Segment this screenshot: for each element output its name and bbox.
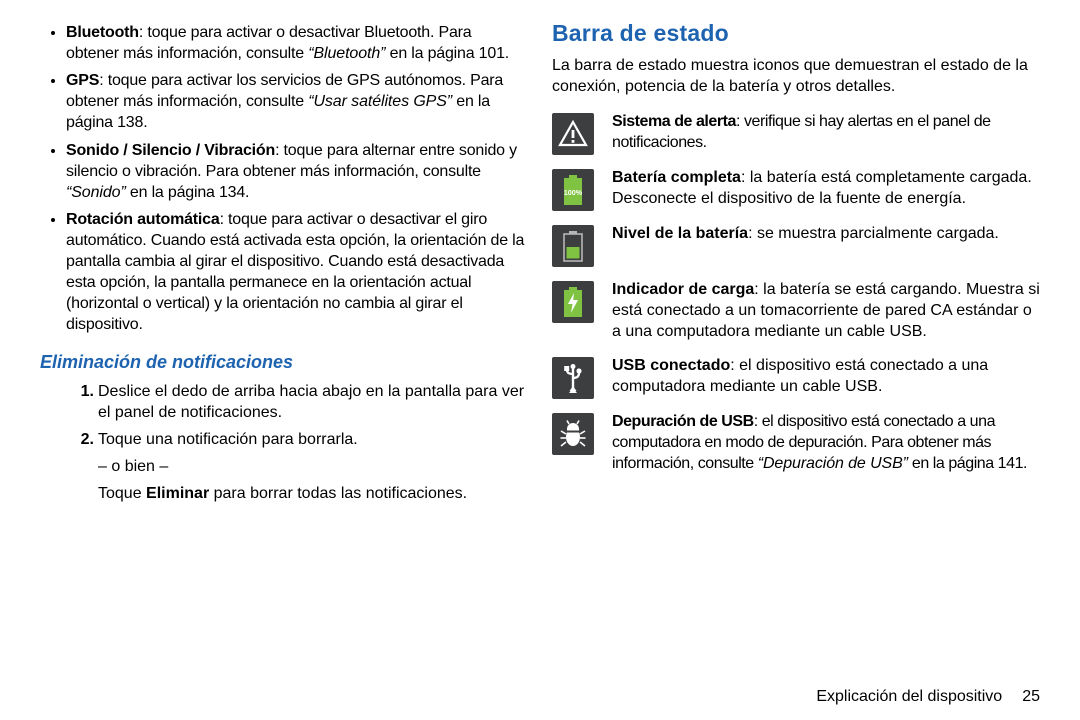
row-text-post: en la página 141. xyxy=(908,455,1027,472)
table-row: 100% Batería completa: la batería está c… xyxy=(552,163,1040,219)
table-row: Nivel de la batería: se muestra parcialm… xyxy=(552,219,1040,275)
intro-paragraph: La barra de estado muestra iconos que de… xyxy=(552,55,1040,97)
icon-table: Sistema de alerta: verifique si hay aler… xyxy=(552,107,1040,482)
icon-cell xyxy=(552,219,606,275)
bullet-tail: en la página 101. xyxy=(385,45,509,62)
bullet-link: “Usar satélites GPS” xyxy=(308,93,452,110)
bullet-tail: en la página 134. xyxy=(126,184,250,201)
section-head: Barra de estado xyxy=(552,20,1040,47)
battery-full-icon: 100% xyxy=(552,169,594,211)
icon-cell xyxy=(552,351,606,407)
desc-cell: Indicador de carga: la batería se está c… xyxy=(606,275,1040,350)
row-lead: Batería completa xyxy=(612,169,741,186)
row-lead: Depuración de USB xyxy=(612,413,754,430)
step-text: Toque una notificación para borrarla. xyxy=(98,431,358,448)
step-or-follow: Toque Eliminar para borrar todas las not… xyxy=(98,483,528,504)
row-text: : se muestra parcialmente cargada. xyxy=(748,225,999,242)
bullet-text: : toque para activar o desactivar el gir… xyxy=(66,211,524,334)
page-footer: Explicación del dispositivo 25 xyxy=(816,688,1040,706)
step-number: 2. xyxy=(68,429,94,450)
table-row: USB conectado: el dispositivo está conec… xyxy=(552,351,1040,407)
battery-charging-icon xyxy=(552,281,594,323)
or-follow-bold: Eliminar xyxy=(146,485,209,502)
usb-debug-icon xyxy=(552,413,594,455)
battery-level-icon xyxy=(552,225,594,267)
bullet-lead: Bluetooth xyxy=(66,24,139,41)
bullet-item: Bluetooth: toque para activar o desactiv… xyxy=(66,22,528,64)
step-or: – o bien – xyxy=(98,456,528,477)
footer-label: Explicación del dispositivo xyxy=(816,688,1002,705)
left-column: Bluetooth : toque para activar o desactiv… xyxy=(40,22,528,720)
bullet-lead: Rotación automática xyxy=(66,211,220,228)
bullet-item: Rotación automática: toque para activar … xyxy=(66,209,528,336)
icon-cell xyxy=(552,407,606,482)
bullet-link: “Bluetooth” xyxy=(308,45,385,62)
desc-cell: USB conectado: el dispositivo está conec… xyxy=(606,351,1040,407)
numbered-list: 1. Deslice el dedo de arriba hacia abajo… xyxy=(40,381,528,505)
step-number: 1. xyxy=(68,381,94,402)
icon-cell xyxy=(552,107,606,163)
footer-page: 25 xyxy=(1022,688,1040,705)
row-lead: Nivel de la batería xyxy=(612,225,748,242)
row-lead: Indicador de carga xyxy=(612,281,754,298)
alert-icon xyxy=(552,113,594,155)
bullet-link: “Sonido” xyxy=(66,184,126,201)
bullet-item: GPS: toque para activar los servicios de… xyxy=(66,70,528,133)
or-follow-post: para borrar todas las notificaciones. xyxy=(209,485,467,502)
usb-icon xyxy=(552,357,594,399)
or-follow-pre: Toque xyxy=(98,485,146,502)
list-item: 1. Deslice el dedo de arriba hacia abajo… xyxy=(68,381,528,423)
right-column: Barra de estado La barra de estado muest… xyxy=(552,22,1040,720)
subhead-eliminacion: Eliminación de notificaciones xyxy=(40,352,528,373)
table-row: Depuración de USB: el dispositivo está c… xyxy=(552,407,1040,482)
page: Bluetooth : toque para activar o desactiv… xyxy=(0,0,1080,720)
icon-cell: 100% xyxy=(552,163,606,219)
svg-text:100%: 100% xyxy=(564,188,583,197)
list-item: 2. Toque una notificación para borrarla.… xyxy=(68,429,528,504)
table-row: Sistema de alerta: verifique si hay aler… xyxy=(552,107,1040,163)
bullet-list: Bluetooth : toque para activar o desactiv… xyxy=(40,22,528,336)
desc-cell: Depuración de USB: el dispositivo está c… xyxy=(606,407,1040,482)
step-text: Deslice el dedo de arriba hacia abajo en… xyxy=(98,383,524,421)
bullet-lead: GPS xyxy=(66,72,99,89)
desc-cell: Sistema de alerta: verifique si hay aler… xyxy=(606,107,1040,163)
icon-cell xyxy=(552,275,606,350)
bullet-item: Sonido / Silencio / Vibración: toque par… xyxy=(66,140,528,203)
table-row: Indicador de carga: la batería se está c… xyxy=(552,275,1040,350)
row-link: “Depuración de USB” xyxy=(758,455,908,472)
desc-cell: Batería completa: la batería está comple… xyxy=(606,163,1040,219)
row-lead: USB conectado xyxy=(612,357,730,374)
bullet-lead: Sonido / Silencio / Vibración xyxy=(66,142,275,159)
row-lead: Sistema de alerta xyxy=(612,113,736,130)
desc-cell: Nivel de la batería: se muestra parcialm… xyxy=(606,219,1040,275)
